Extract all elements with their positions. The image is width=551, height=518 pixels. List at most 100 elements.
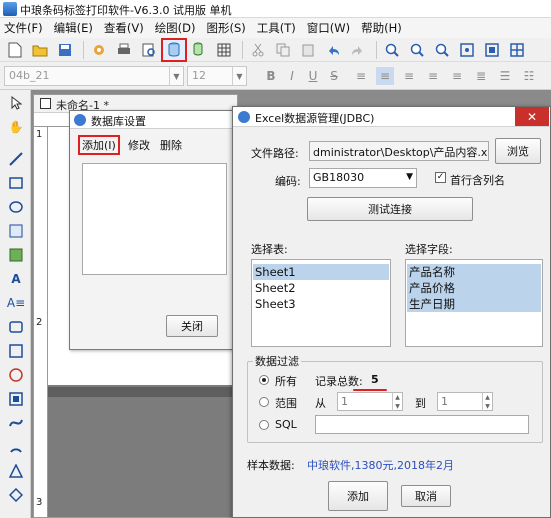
paste-icon[interactable]	[297, 40, 319, 60]
add-datasource-button[interactable]: 添加(I)	[78, 135, 120, 155]
zoom-fit-icon[interactable]	[431, 40, 453, 60]
picture-tool-icon[interactable]	[7, 246, 25, 264]
chevron-up-icon[interactable]: ▲	[482, 393, 492, 402]
barcode-tool-icon[interactable]	[7, 318, 25, 336]
line-tool-icon[interactable]	[7, 150, 25, 168]
font-family-select[interactable]: 04b_21 ▼	[4, 66, 184, 86]
align-tool-icon[interactable]: ≡	[352, 67, 370, 85]
range-from-label: 从	[315, 397, 326, 410]
list-item[interactable]: 产品名称	[407, 264, 541, 280]
menu-tools[interactable]: 工具(T)	[257, 20, 296, 36]
fit-page-icon[interactable]	[456, 40, 478, 60]
italic-button[interactable]: I	[283, 67, 301, 85]
distribute-icon[interactable]: ≣	[472, 67, 490, 85]
list-item[interactable]: 产品价格	[407, 280, 541, 296]
database-settings-icon[interactable]	[161, 37, 187, 62]
filter-sql-radio[interactable]	[259, 420, 269, 430]
curve-tool-icon[interactable]	[7, 414, 25, 432]
sql-input[interactable]	[315, 415, 529, 434]
grid-icon[interactable]	[213, 40, 235, 60]
align-center-icon[interactable]: ≡	[400, 67, 418, 85]
actual-size-icon[interactable]	[481, 40, 503, 60]
arc-tool-icon[interactable]	[7, 438, 25, 456]
delete-datasource-button[interactable]: 删除	[160, 137, 182, 153]
cut-icon[interactable]	[247, 40, 269, 60]
chevron-down-icon: ▼	[406, 172, 413, 182]
canvas-page-shadow	[48, 387, 238, 397]
qrcode-tool-icon[interactable]	[7, 390, 25, 408]
line-spacing-icon[interactable]: ☰	[496, 67, 514, 85]
warning-tool-icon[interactable]	[7, 366, 25, 384]
encoding-select[interactable]: GB18030 ▼	[309, 168, 417, 188]
print-icon[interactable]	[113, 40, 135, 60]
copy-icon[interactable]	[272, 40, 294, 60]
diamond-tool-icon[interactable]	[7, 486, 25, 504]
data-filter-label: 数据过滤	[253, 353, 301, 369]
select-arrow-icon[interactable]	[7, 94, 25, 112]
filter-range-radio[interactable]	[259, 397, 269, 407]
undo-icon[interactable]	[322, 40, 344, 60]
close-button[interactable]: 关闭	[166, 315, 218, 337]
print-preview-icon[interactable]	[138, 40, 160, 60]
database-settings-dialog: 数据库设置 添加(I) 修改 删除 关闭	[69, 110, 239, 350]
new-file-icon[interactable]	[4, 40, 26, 60]
list-item[interactable]: Sheet2	[253, 280, 389, 296]
text-tool-icon[interactable]: A	[7, 270, 25, 288]
edit-datasource-button[interactable]: 修改	[128, 137, 150, 153]
settings-gear-icon[interactable]	[88, 40, 110, 60]
range-from-stepper[interactable]: 1 ▲ ▼	[337, 392, 403, 411]
font-size-select[interactable]: 12 ▼	[187, 66, 247, 86]
open-folder-icon[interactable]	[29, 40, 51, 60]
dialog-title: 数据库设置	[91, 115, 146, 128]
zoom-out-icon[interactable]	[406, 40, 428, 60]
browse-button[interactable]: 浏览	[495, 138, 541, 164]
add-button[interactable]: 添加	[328, 481, 388, 511]
chevron-down-icon[interactable]: ▼	[482, 402, 492, 411]
menu-help[interactable]: 帮助(H)	[361, 20, 402, 36]
range-to-value: 1	[441, 395, 448, 408]
list-item[interactable]: Sheet3	[253, 296, 389, 312]
filter-range-label: 范围	[275, 397, 297, 410]
first-row-checkbox[interactable]: ✓	[435, 172, 446, 183]
test-connection-button[interactable]: 测试连接	[307, 197, 473, 221]
layout-icon[interactable]	[506, 40, 528, 60]
chevron-up-icon[interactable]: ▲	[392, 393, 402, 402]
rectangle-tool-icon[interactable]	[7, 174, 25, 192]
menu-file[interactable]: 文件(F)	[4, 20, 43, 36]
save-icon[interactable]	[54, 40, 76, 60]
table-list[interactable]: Sheet1 Sheet2 Sheet3	[251, 259, 391, 347]
cancel-button[interactable]: 取消	[401, 485, 451, 507]
list-item[interactable]: 生产日期	[407, 296, 541, 312]
multiline-text-tool-icon[interactable]: A≡	[7, 294, 25, 312]
redo-icon[interactable]	[347, 40, 369, 60]
font-family-value: 04b_21	[9, 69, 50, 82]
toolbar-divider	[83, 40, 84, 59]
triangle-tool-icon[interactable]	[7, 462, 25, 480]
image-tool-icon[interactable]	[7, 222, 25, 240]
menu-draw[interactable]: 绘图(D)	[155, 20, 196, 36]
filter-all-radio[interactable]	[259, 375, 269, 385]
text-direction-icon[interactable]: ☷	[520, 67, 538, 85]
align-left-icon[interactable]: ≡	[376, 67, 394, 85]
chevron-down-icon[interactable]: ▼	[392, 402, 402, 411]
strikethrough-button[interactable]: S	[325, 67, 343, 85]
menu-edit[interactable]: 编辑(E)	[54, 20, 93, 36]
align-right-icon[interactable]: ≡	[424, 67, 442, 85]
ellipse-tool-icon[interactable]	[7, 198, 25, 216]
align-justify-icon[interactable]: ≡	[448, 67, 466, 85]
frame-tool-icon[interactable]	[7, 342, 25, 360]
hand-icon[interactable]: ✋	[7, 118, 25, 136]
list-item[interactable]: Sheet1	[253, 264, 389, 280]
file-path-input[interactable]: dministrator\Desktop\产品内容.xlsx	[309, 141, 489, 161]
close-icon[interactable]: ✕	[515, 107, 549, 126]
underline-button[interactable]: U	[304, 67, 322, 85]
field-list[interactable]: 产品名称 产品价格 生产日期	[405, 259, 543, 347]
menu-view[interactable]: 查看(V)	[104, 20, 144, 36]
zoom-in-icon[interactable]	[381, 40, 403, 60]
range-to-stepper[interactable]: 1 ▲ ▼	[437, 392, 493, 411]
menu-window[interactable]: 窗口(W)	[307, 20, 350, 36]
database-link-icon[interactable]	[188, 40, 210, 60]
menu-shape[interactable]: 图形(S)	[207, 20, 246, 36]
datasource-list[interactable]	[82, 163, 227, 275]
bold-button[interactable]: B	[262, 67, 280, 85]
